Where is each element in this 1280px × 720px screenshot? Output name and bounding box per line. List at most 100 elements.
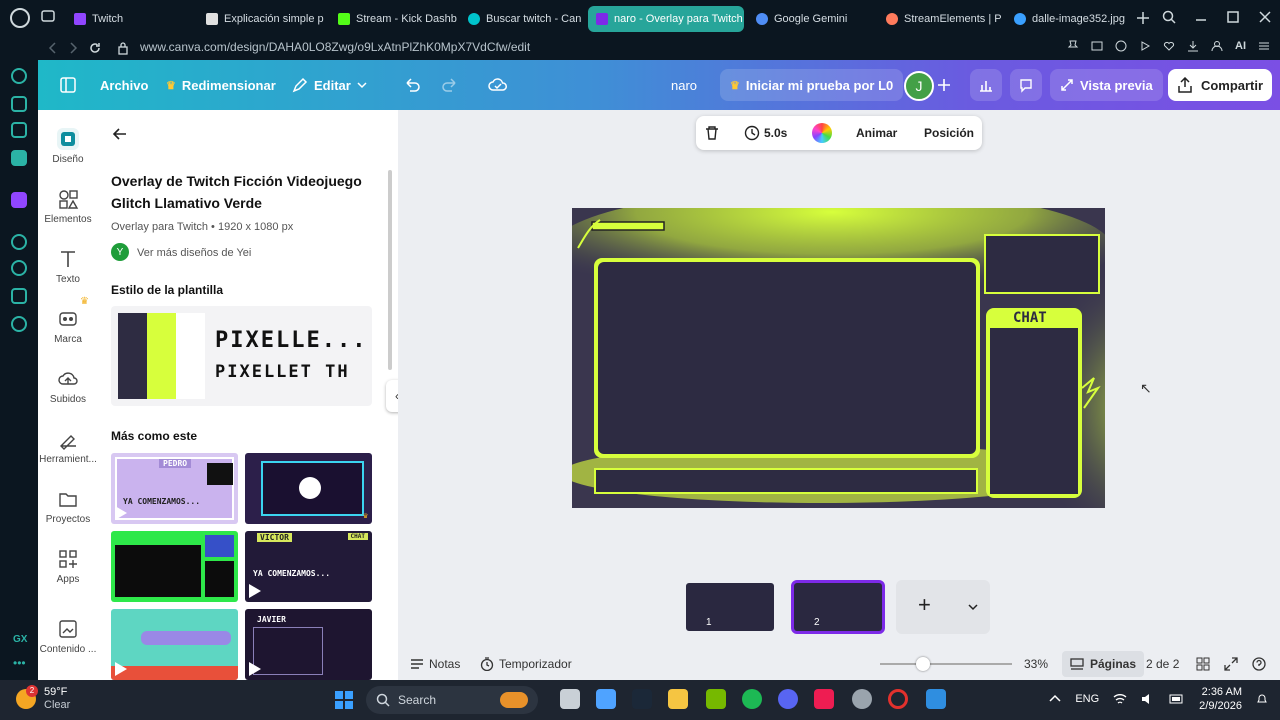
store-icon[interactable] [596,689,616,709]
font-sample-body[interactable]: PIXELLET TH [215,362,350,382]
template-thumbnail[interactable]: VICTOR YA COMENZAMOS... CHAT [245,531,372,602]
heart-icon[interactable] [1163,40,1175,52]
nvidia-icon[interactable] [706,689,726,709]
tiktok-icon[interactable] [814,689,834,709]
search-icon[interactable] [1162,10,1176,24]
gx-corner-icon[interactable] [11,122,27,138]
tab-kick[interactable]: Stream - Kick Dashb [330,6,460,32]
back-icon[interactable] [46,41,60,55]
zoom-slider-handle[interactable] [916,657,930,671]
author-avatar[interactable]: Y [111,243,129,261]
language-indicator[interactable]: ENG [1075,693,1099,705]
new-tab-icon[interactable] [1136,11,1150,25]
tab-buscar-twitch[interactable]: Buscar twitch - Can [460,6,585,32]
pin-icon[interactable] [1067,40,1079,52]
timer-button[interactable]: Temporizador [480,648,572,680]
add-page-button[interactable]: + [896,580,990,634]
resize-button[interactable]: ♛ Redimensionar [166,60,276,110]
color-swatch[interactable] [147,313,176,399]
template-thumbnail[interactable]: ♛ [245,453,372,524]
rail-item-projects[interactable]: Proyectos [38,488,98,525]
account-icon[interactable] [1211,40,1223,52]
taskbar-search[interactable]: Search [366,686,538,714]
panel-scrollbar[interactable] [388,170,392,370]
photos-icon[interactable] [926,689,946,709]
edit-menu[interactable]: Editar [292,60,367,110]
tab-twitch[interactable]: Twitch [66,6,196,32]
camera-frame[interactable] [598,262,976,454]
tab-gemini[interactable]: Google Gemini [748,6,878,32]
avatar[interactable]: J [904,71,934,101]
template-thumbnail[interactable]: JAVIER [245,609,372,680]
add-collaborator-icon[interactable] [936,77,952,93]
obs-icon[interactable] [852,689,872,709]
download-icon[interactable] [1187,40,1199,52]
rail-item-text[interactable]: Texto [38,248,98,285]
page-thumbnail-2[interactable]: 2 [791,580,885,634]
overlay-design[interactable]: CHAT [572,208,1105,508]
sidebar-toggle-icon[interactable] [60,77,76,93]
template-thumbnail[interactable] [111,609,238,680]
clock[interactable]: 2:36 AM 2/9/2026 [1199,685,1242,713]
rail-item-design[interactable]: Diseño [38,128,98,165]
weather-widget[interactable]: 2 59°F Clear [16,685,70,712]
player-icon[interactable] [1139,40,1151,52]
aria-icon[interactable] [11,96,27,112]
page-thumbnail-1[interactable]: 1 [683,580,777,634]
cloud-saved-icon[interactable] [488,76,508,94]
close-icon[interactable] [1258,10,1272,24]
redo-icon[interactable] [440,76,458,94]
position-button[interactable]: Posición [924,116,974,150]
minimize-icon[interactable] [1194,10,1208,24]
webcam-frame[interactable] [986,236,1098,292]
preview-button[interactable]: Vista previa [1050,69,1163,101]
tab-naro-overlay[interactable]: naro - Overlay para Twitch [588,6,744,32]
file-explorer-icon[interactable] [668,689,688,709]
notes-button[interactable]: Notas [410,648,460,680]
zoom-slider[interactable] [880,663,1012,665]
trial-button[interactable]: ♛ Iniciar mi prueba por L0 [720,69,904,101]
template-thumbnail[interactable] [111,531,238,602]
fullscreen-icon[interactable] [1224,657,1238,671]
share-button[interactable]: Compartir [1168,69,1272,101]
tab-streamelements[interactable]: StreamElements | P [878,6,1006,32]
rail-item-uploads[interactable]: Subidos [38,368,98,405]
messenger-icon[interactable] [11,150,27,166]
insights-icon[interactable] [970,69,1002,101]
rail-item-brand[interactable]: Marca [38,308,98,345]
steam-icon[interactable] [632,689,652,709]
notifications-icon[interactable] [1256,693,1268,705]
chevron-down-icon[interactable] [968,602,978,612]
ai-button[interactable]: AI [1235,40,1246,52]
animate-button[interactable]: Animar [856,116,897,150]
reload-icon[interactable] [88,41,102,55]
chevron-up-icon[interactable] [1049,693,1061,705]
template-style-card[interactable]: PIXELLE... PIXELLET TH [111,306,372,406]
maximize-icon[interactable] [1226,10,1240,24]
twitch-sidebar-icon[interactable] [11,192,27,208]
wifi-icon[interactable] [1113,693,1127,705]
template-thumbnail[interactable]: PEDRO YA COMENZAMOS... [111,453,238,524]
color-swatch[interactable] [118,313,147,399]
color-button[interactable] [812,116,832,150]
rail-item-apps[interactable]: Apps [38,548,98,585]
settings-icon[interactable] [11,316,27,332]
url-field[interactable]: www.canva.com/design/DAHA0LO8Zwg/o9LxAtn… [140,40,530,54]
opera-gx-icon[interactable] [888,689,908,709]
undo-icon[interactable] [404,76,422,94]
opera-logo-icon[interactable] [10,8,30,28]
more-icon[interactable]: ••• [13,656,26,670]
menu-icon[interactable] [1258,40,1270,52]
back-arrow-icon[interactable] [112,126,128,142]
snapshot-icon[interactable] [1091,40,1103,52]
tab-explicacion[interactable]: Explicación simple p [198,6,328,32]
speed-dial-icon[interactable] [11,68,27,84]
lock-icon[interactable] [116,41,130,55]
volume-icon[interactable] [1141,693,1155,705]
duration-button[interactable]: 5.0s [744,116,787,150]
tab-dalle-image[interactable]: dalle-image352.jpg [1006,6,1130,32]
delete-button[interactable] [704,116,720,150]
chat-frame[interactable] [990,328,1078,494]
rail-item-tools[interactable]: Herramient... [38,428,98,465]
author-link[interactable]: Ver más diseños de Yei [137,247,251,259]
